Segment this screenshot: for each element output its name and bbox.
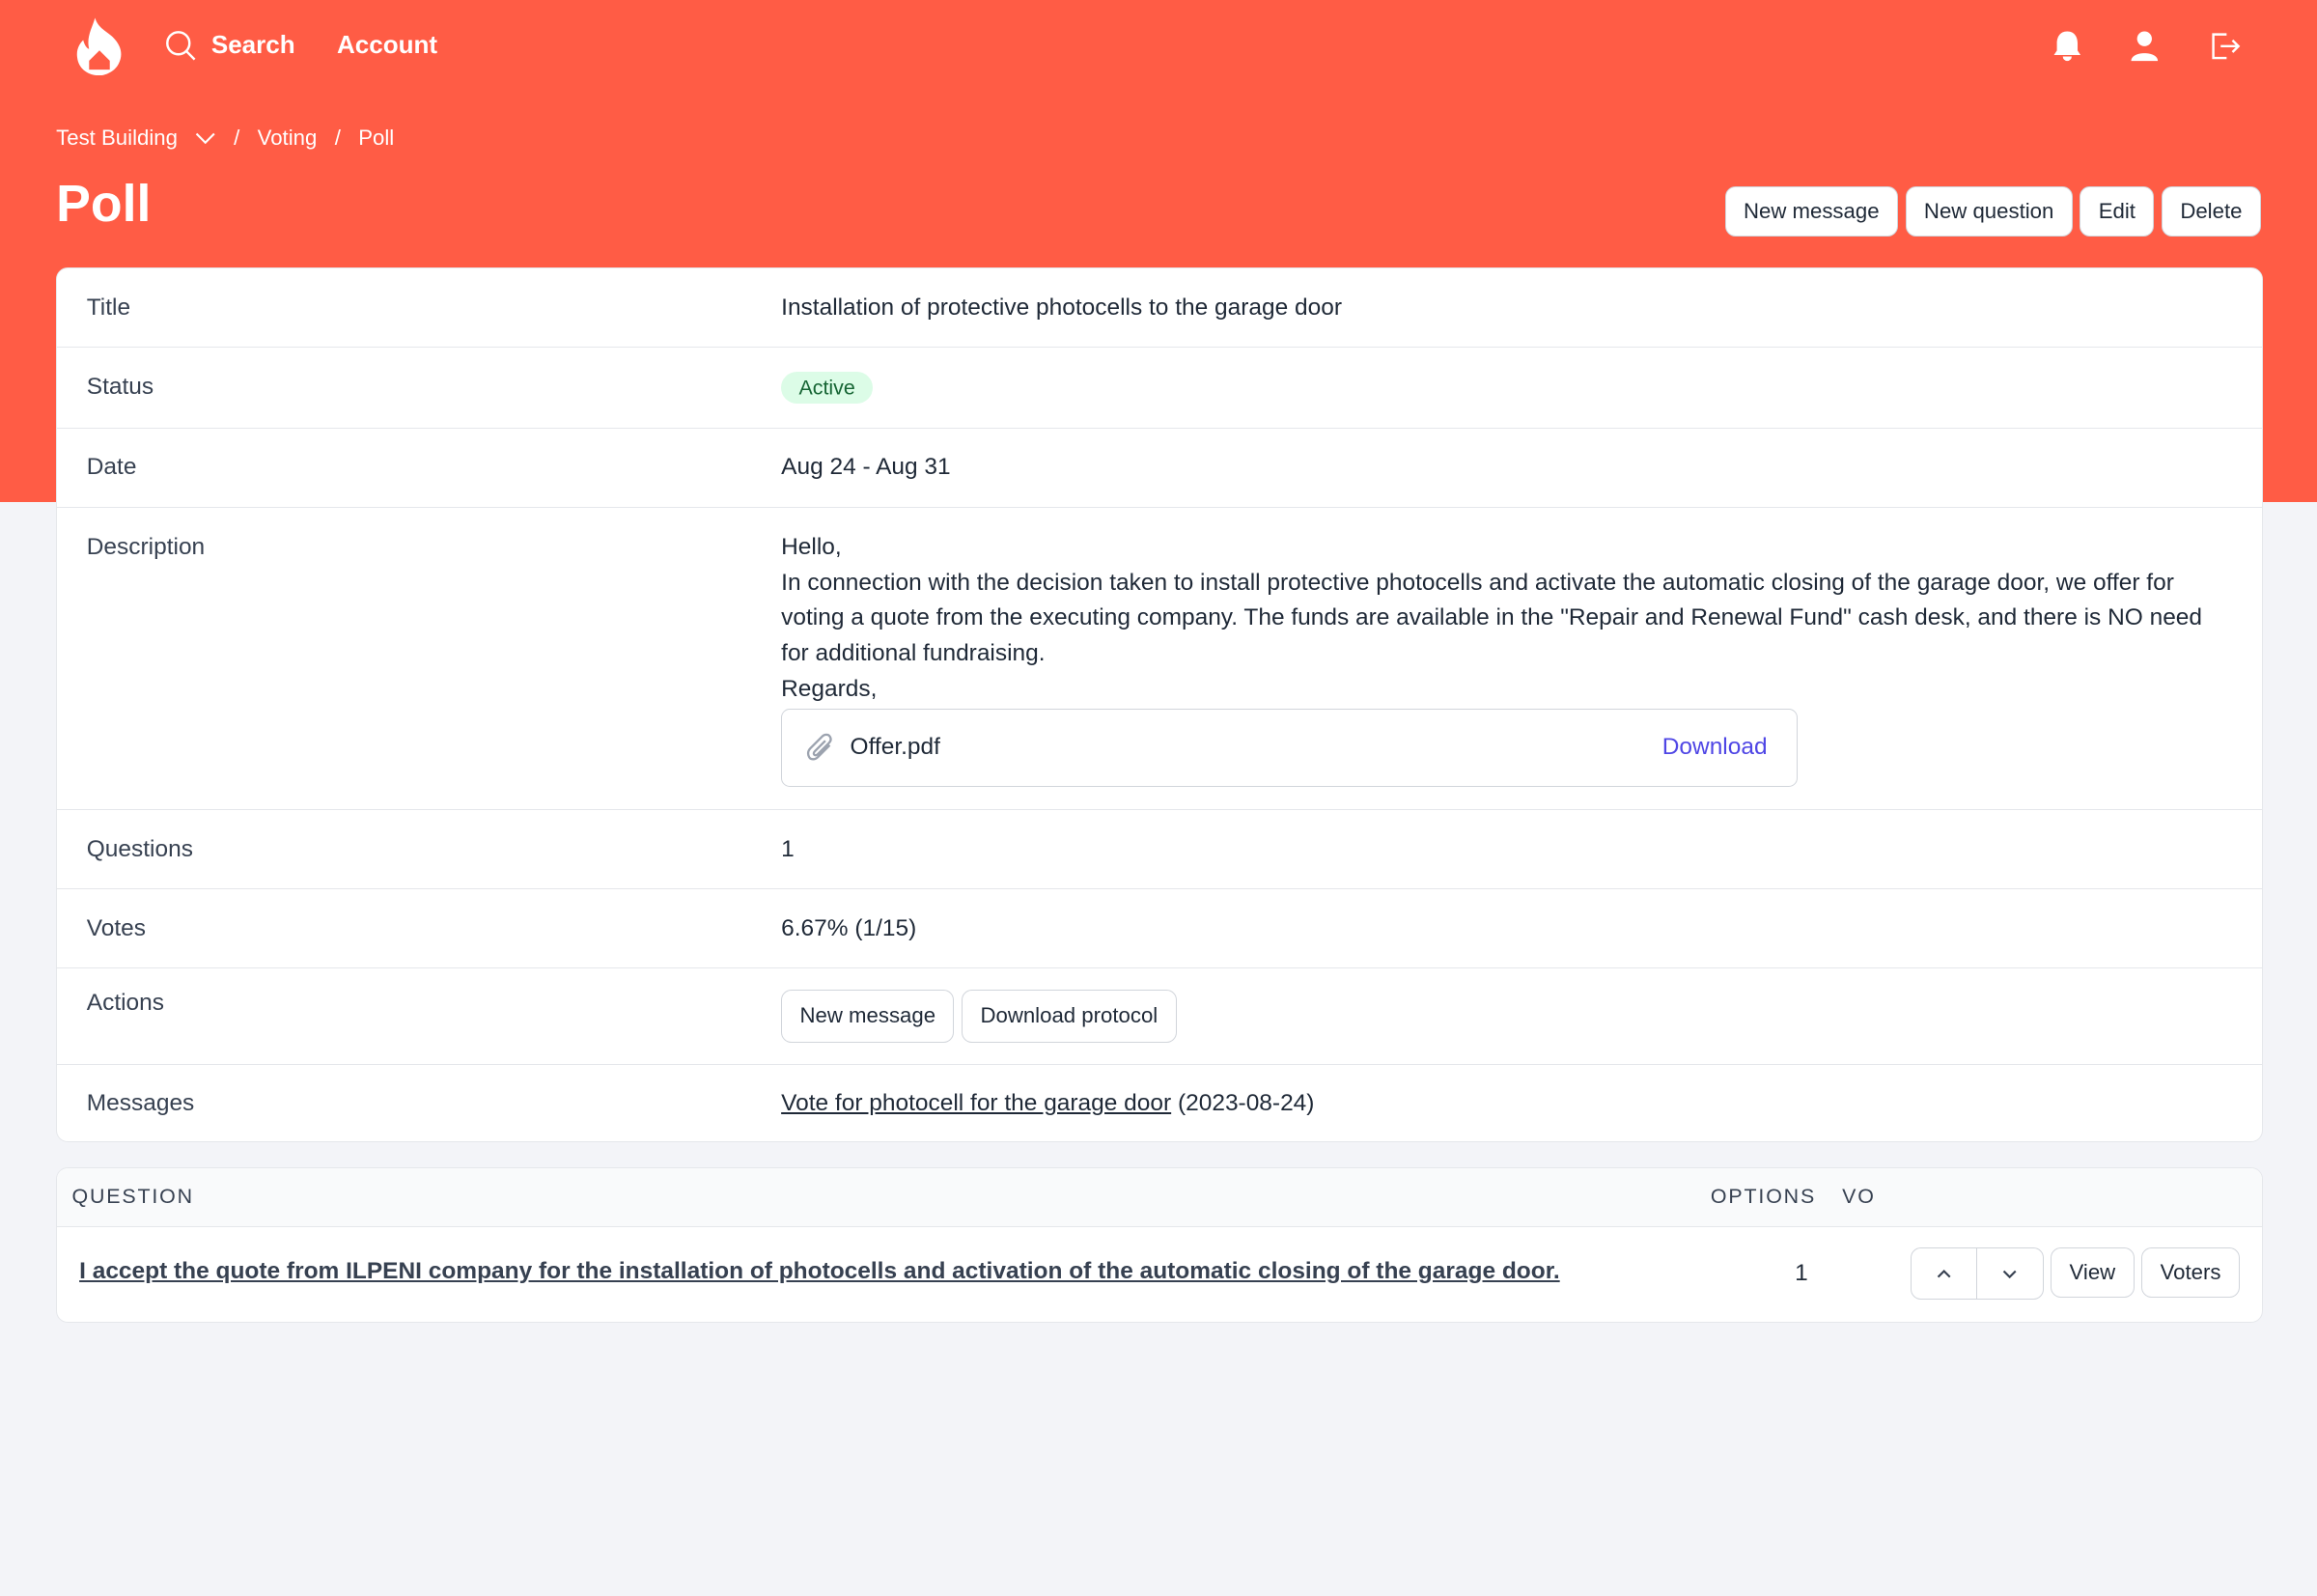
chevron-up-icon <box>1937 1269 1951 1278</box>
votes-row: Votes 6.67% (1/15) <box>57 889 2262 969</box>
breadcrumb-voting[interactable]: Voting <box>258 126 318 151</box>
view-button[interactable]: View <box>2051 1247 2135 1299</box>
table-row: I accept the quote from ILPENI company f… <box>57 1227 2262 1322</box>
header-votes: VO <box>1842 1185 1876 1208</box>
title-label: Title <box>86 294 131 321</box>
poll-details: Title Installation of protective photoce… <box>56 267 2263 1143</box>
flame-house-logo[interactable] <box>74 16 125 76</box>
question-link[interactable]: I accept the quote from ILPENI company f… <box>79 1258 1560 1285</box>
search-icon <box>166 30 196 61</box>
download-protocol-button[interactable]: Download protocol <box>962 989 1177 1043</box>
description-label: Description <box>86 533 206 560</box>
bell-icon[interactable] <box>2052 30 2082 63</box>
logout-icon[interactable] <box>2209 30 2242 63</box>
date-value: Aug 24 - Aug 31 <box>781 454 951 481</box>
votes-value: 6.67% (1/15) <box>781 914 917 941</box>
options-count: 1 <box>1795 1259 1808 1286</box>
breadcrumb: Test Building / Voting / Poll <box>56 126 394 151</box>
actions-row: Actions New message Download protocol <box>57 968 2262 1065</box>
votes-label: Votes <box>86 914 146 941</box>
new-message-action-button[interactable]: New message <box>781 989 955 1043</box>
breadcrumb-separator: / <box>334 126 341 151</box>
new-message-button[interactable]: New message <box>1724 185 1898 237</box>
table-header: QUESTION OPTIONS VO <box>57 1168 2262 1227</box>
status-badge: Active <box>781 371 874 405</box>
description-line: In connection with the decision taken to… <box>781 569 2203 667</box>
delete-button[interactable]: Delete <box>2161 185 2261 237</box>
message-link[interactable]: Vote for photocell for the garage door <box>781 1090 1171 1116</box>
move-up-button[interactable] <box>1912 1248 1976 1299</box>
questions-table: QUESTION OPTIONS VO I accept the quote f… <box>56 1167 2263 1323</box>
search-label: Search <box>210 30 295 60</box>
message-date: (2023-08-24) <box>1177 1089 1315 1116</box>
questions-label: Questions <box>86 835 193 862</box>
attachment-name: Offer.pdf <box>850 734 940 761</box>
messages-row: Messages Vote for photocell for the gara… <box>57 1065 2262 1142</box>
reorder-buttons <box>1910 1247 2044 1301</box>
breadcrumb-separator: / <box>234 126 240 151</box>
questions-row: Questions 1 <box>57 810 2262 890</box>
header-actions: New message New question Edit Delete <box>1724 185 2261 237</box>
description-row: Description Hello, In connection with th… <box>57 508 2262 811</box>
questions-value: 1 <box>781 835 795 862</box>
date-label: Date <box>86 454 137 481</box>
chevron-down-icon <box>2002 1270 2017 1278</box>
description-line: Regards, <box>781 675 878 702</box>
account-link[interactable]: Account <box>337 30 437 60</box>
header-question: QUESTION <box>71 1185 194 1208</box>
new-question-button[interactable]: New question <box>1905 185 2073 237</box>
download-link[interactable]: Download <box>1662 730 1768 766</box>
paperclip-icon <box>806 733 832 761</box>
description-line: Hello, <box>781 533 842 560</box>
status-row: Status Active <box>57 348 2262 429</box>
title-value: Installation of protective photocells to… <box>781 294 1342 321</box>
page-title: Poll <box>56 175 152 233</box>
search-link[interactable]: Search <box>165 30 295 61</box>
header-options: OPTIONS <box>1710 1185 1817 1208</box>
user-icon[interactable] <box>2130 30 2160 63</box>
breadcrumb-poll: Poll <box>358 126 395 151</box>
date-row: Date Aug 24 - Aug 31 <box>57 429 2262 508</box>
top-nav: Search Account <box>0 0 2317 95</box>
edit-button[interactable]: Edit <box>2080 185 2155 237</box>
voters-button[interactable]: Voters <box>2141 1247 2240 1299</box>
status-label: Status <box>86 374 154 401</box>
move-down-button[interactable] <box>1976 1248 2042 1300</box>
messages-label: Messages <box>86 1089 195 1116</box>
actions-label: Actions <box>86 989 165 1016</box>
breadcrumb-building[interactable]: Test Building <box>56 126 178 151</box>
title-row: Title Installation of protective photoce… <box>57 268 2262 349</box>
chevron-down-icon[interactable] <box>195 132 215 145</box>
attachment: Offer.pdf Download <box>781 709 1799 788</box>
